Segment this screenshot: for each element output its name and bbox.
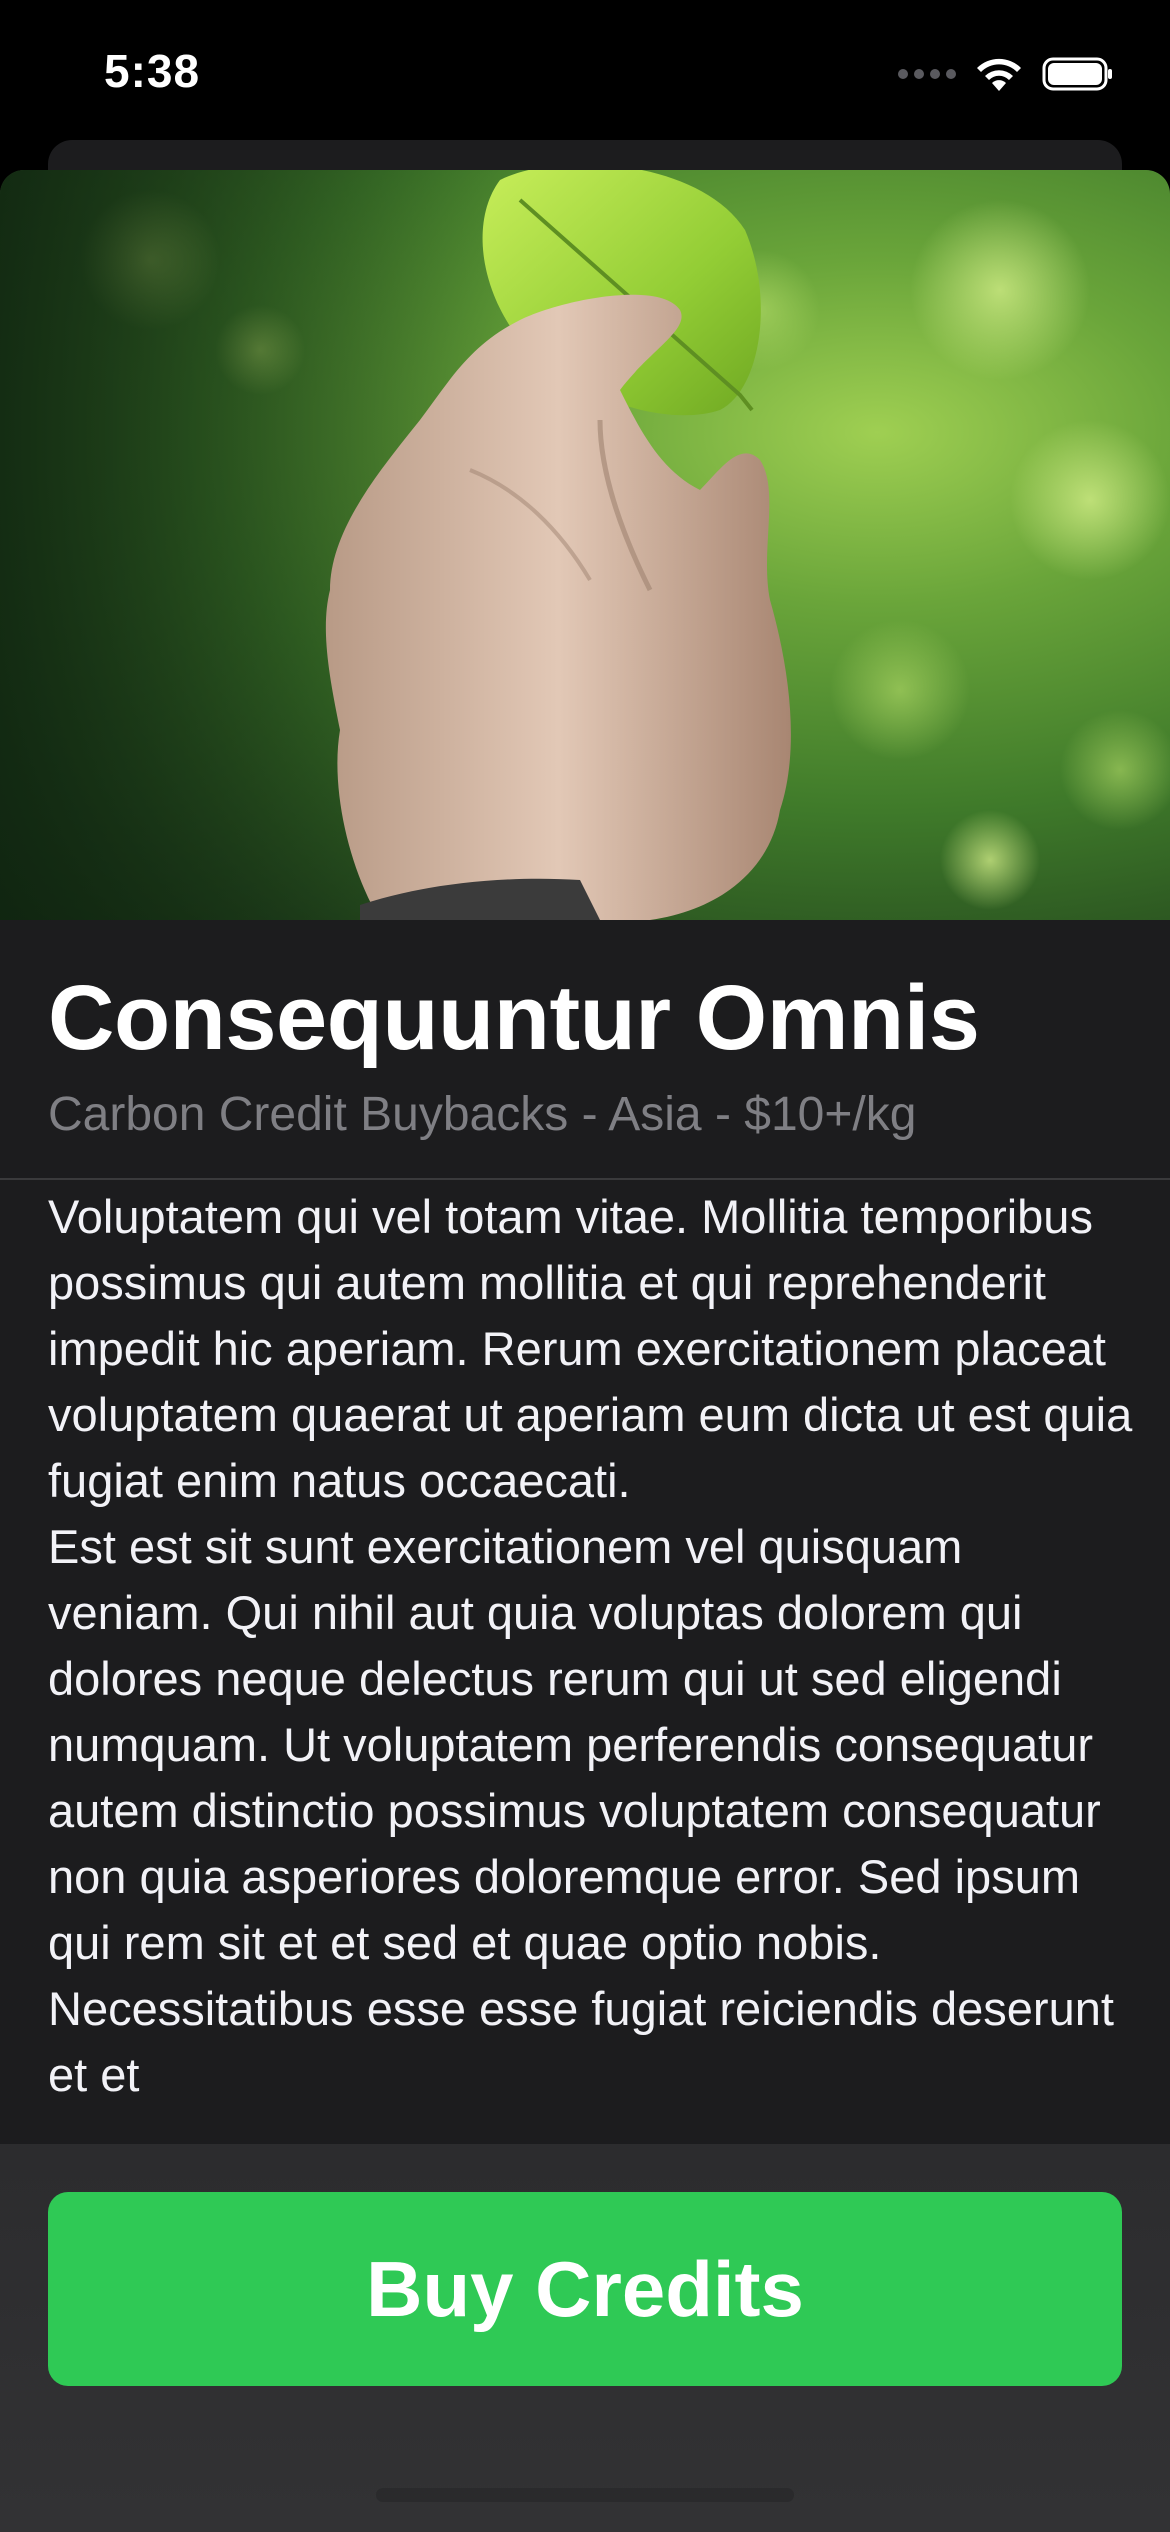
cellular-signal-icon bbox=[898, 69, 956, 79]
buy-credits-button[interactable]: Buy Credits bbox=[48, 2192, 1122, 2386]
bottom-action-bar: Buy Credits bbox=[0, 2144, 1170, 2532]
project-title: Consequuntur Omnis bbox=[48, 967, 980, 1069]
battery-icon bbox=[1042, 57, 1112, 91]
description-paragraph: Voluptatem qui vel totam vitae. Mollitia… bbox=[48, 1190, 1133, 1507]
status-bar: 5:38 bbox=[0, 0, 1170, 140]
status-icons bbox=[898, 52, 1114, 96]
project-subtitle: Carbon Credit Buybacks - Asia - $10+/kg bbox=[48, 1088, 917, 1141]
hand-holding-leaf-photo bbox=[0, 170, 1170, 920]
project-description[interactable]: Voluptatem qui vel totam vitae. Mollitia… bbox=[48, 1184, 1134, 2144]
wifi-icon bbox=[977, 58, 1021, 91]
home-indicator[interactable] bbox=[376, 2488, 794, 2502]
status-time: 5:38 bbox=[104, 45, 201, 97]
description-paragraph: Est est sit sunt exercitationem vel quis… bbox=[48, 1520, 1114, 2101]
divider bbox=[0, 1178, 1170, 1180]
hero-image bbox=[0, 170, 1170, 920]
